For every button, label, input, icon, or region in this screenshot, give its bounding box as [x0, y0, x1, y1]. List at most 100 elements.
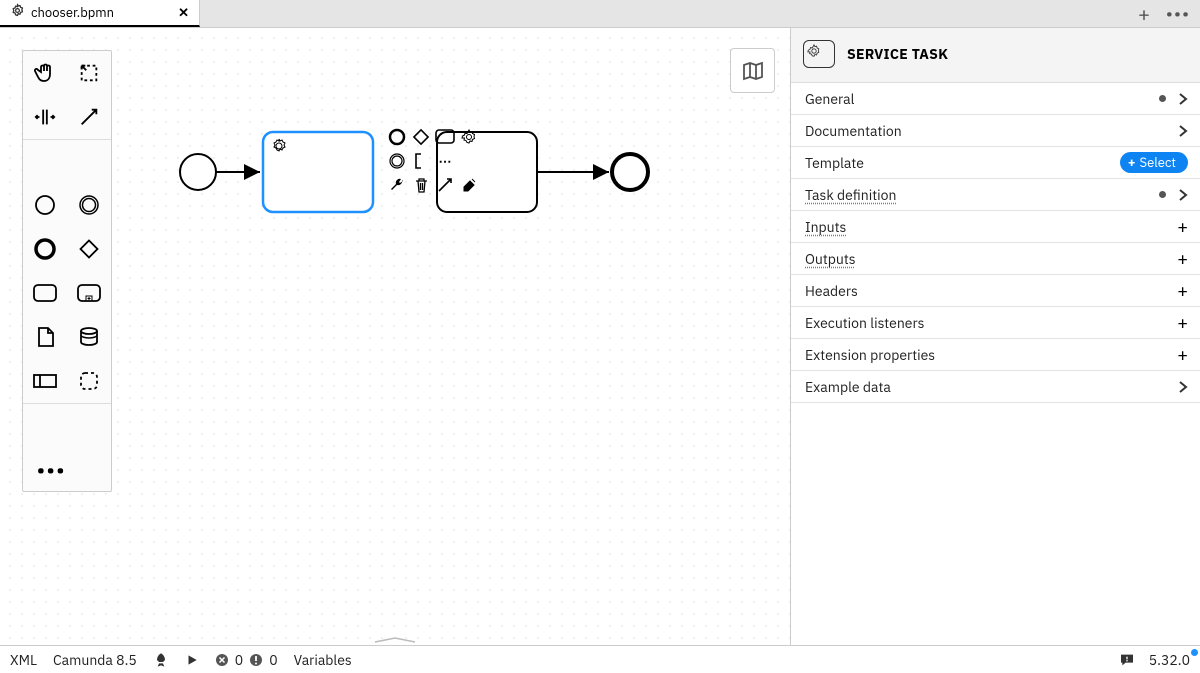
more-icon: ••• — [1166, 2, 1190, 25]
problems-warnings[interactable]: 0 — [249, 651, 277, 669]
select-label: Select — [1140, 154, 1176, 171]
pool-icon — [32, 371, 58, 391]
deploy-button[interactable] — [153, 652, 169, 668]
variables-button[interactable]: Variables — [294, 651, 352, 669]
add-icon[interactable]: + — [1177, 250, 1188, 268]
add-icon[interactable]: + — [1177, 314, 1188, 332]
prop-label: General — [805, 90, 1159, 108]
warning-count: 0 — [269, 651, 277, 669]
template-select-button[interactable]: + Select — [1120, 152, 1188, 173]
map-icon — [741, 60, 765, 82]
canvas[interactable]: ••• — [0, 28, 790, 645]
create-group[interactable] — [67, 359, 111, 403]
wrench-icon — [389, 177, 405, 193]
more-icon: ••• — [37, 458, 66, 481]
version-label[interactable]: 5.32.0 — [1149, 651, 1190, 669]
properties-panel: SERVICE TASK General Documentation Templ… — [790, 28, 1200, 645]
prop-label: Inputs — [805, 218, 1177, 236]
prop-label: Outputs — [805, 250, 1177, 268]
properties-title: SERVICE TASK — [847, 45, 948, 63]
palette-more[interactable]: ••• — [23, 447, 111, 491]
prop-section-extension-properties[interactable]: Extension properties + — [791, 339, 1200, 371]
prop-label: Execution listeners — [805, 314, 1177, 332]
properties-header: SERVICE TASK — [791, 28, 1200, 83]
append-intermediate-event[interactable] — [386, 150, 408, 172]
close-icon[interactable]: ✕ — [178, 4, 189, 21]
tab-bar: chooser.bpmn ✕ + ••• — [0, 0, 1200, 28]
tab-file[interactable]: chooser.bpmn ✕ — [0, 0, 200, 27]
prop-label: Headers — [805, 282, 1177, 300]
set-color[interactable] — [458, 174, 480, 196]
run-button[interactable] — [185, 653, 199, 667]
add-icon[interactable]: + — [1177, 346, 1188, 364]
element-type-icon — [803, 40, 835, 68]
paint-icon — [461, 177, 477, 193]
prop-section-headers[interactable]: Headers + — [791, 275, 1200, 307]
add-icon[interactable]: + — [1177, 218, 1188, 236]
prop-section-general[interactable]: General — [791, 83, 1200, 115]
service-task-selected[interactable] — [263, 132, 373, 212]
append-task[interactable] — [434, 126, 456, 148]
connect-arrow[interactable] — [434, 174, 456, 196]
rocket-icon — [153, 652, 169, 668]
prop-label: Documentation — [805, 122, 1178, 140]
add-icon[interactable]: + — [1177, 282, 1188, 300]
play-icon — [185, 653, 199, 667]
data-store-icon — [77, 326, 101, 348]
prop-section-example-data[interactable]: Example data — [791, 371, 1200, 403]
warning-icon — [249, 653, 263, 667]
plus-icon: + — [1138, 0, 1150, 27]
prop-section-task-definition[interactable]: Task definition — [791, 179, 1200, 211]
create-pool[interactable] — [23, 359, 67, 403]
start-event[interactable] — [180, 154, 216, 190]
engine-label[interactable]: Camunda 8.5 — [53, 651, 137, 669]
replace-service-task[interactable] — [458, 126, 480, 148]
xml-toggle[interactable]: XML — [10, 651, 37, 669]
gear-icon — [10, 3, 25, 22]
circle-thick-icon — [388, 128, 406, 146]
palette-separator2 — [23, 403, 111, 404]
prop-section-outputs[interactable]: Outputs + — [791, 243, 1200, 275]
feedback-icon — [1119, 652, 1135, 668]
chevron-right-icon — [1178, 380, 1188, 394]
context-pad: ⋯ — [386, 126, 480, 196]
prop-section-execution-listeners[interactable]: Execution listeners + — [791, 307, 1200, 339]
error-count: 0 — [235, 651, 243, 669]
more-menu-button[interactable]: ••• — [1164, 0, 1192, 28]
data-object-icon — [34, 325, 56, 349]
diamond-icon — [412, 128, 430, 146]
delete-element[interactable] — [410, 174, 432, 196]
add-tab-button[interactable]: + — [1130, 0, 1158, 28]
resize-handle[interactable] — [365, 636, 425, 644]
chevron-right-icon — [1178, 124, 1188, 138]
prop-label: Extension properties — [805, 346, 1177, 364]
main-area: ••• — [0, 28, 1200, 645]
change-type[interactable] — [386, 174, 408, 196]
modified-dot-icon — [1159, 191, 1166, 198]
minimap-toggle[interactable] — [730, 48, 775, 93]
chevron-right-icon — [1178, 92, 1188, 106]
gear-icon — [461, 129, 477, 145]
plus-icon: + — [1128, 154, 1136, 171]
end-event[interactable] — [612, 154, 648, 190]
prop-section-template[interactable]: Template + Select — [791, 147, 1200, 179]
append-text-annotation[interactable] — [410, 150, 432, 172]
error-icon — [215, 653, 229, 667]
prop-label: Task definition — [805, 186, 1159, 204]
prop-label: Example data — [805, 378, 1178, 396]
feedback-button[interactable] — [1119, 652, 1135, 668]
prop-label: Template — [805, 154, 1120, 172]
task-icon — [435, 129, 455, 145]
tab-filename: chooser.bpmn — [31, 4, 114, 21]
prop-section-inputs[interactable]: Inputs + — [791, 211, 1200, 243]
append-gateway[interactable] — [410, 126, 432, 148]
more-icon: ⋯ — [439, 153, 452, 170]
chevron-right-icon — [1178, 188, 1188, 202]
context-more[interactable]: ⋯ — [434, 150, 456, 172]
update-dot-icon — [1191, 649, 1198, 656]
group-icon — [78, 370, 100, 392]
problems-errors[interactable]: 0 — [215, 651, 243, 669]
prop-section-documentation[interactable]: Documentation — [791, 115, 1200, 147]
arrow-icon — [437, 177, 453, 193]
append-end-event[interactable] — [386, 126, 408, 148]
